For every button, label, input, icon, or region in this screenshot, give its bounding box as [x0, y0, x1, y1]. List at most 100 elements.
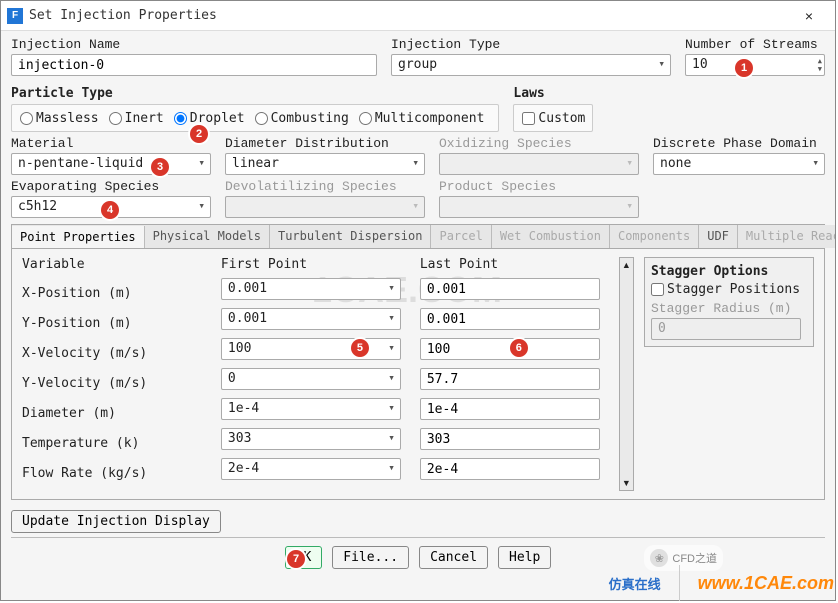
checkbox-custom[interactable]: Custom	[522, 111, 585, 126]
material-value: n-pentane-liquid	[18, 156, 143, 171]
checkbox-stagger-positions[interactable]: Stagger Positions	[651, 282, 807, 297]
discrete-phase-domain-value: none	[660, 156, 691, 171]
first-yvel-input[interactable]: 0	[221, 368, 401, 390]
brand-text-2: www.1CAE.com	[698, 573, 834, 594]
product-species-label: Product Species	[439, 179, 639, 194]
cancel-button[interactable]: Cancel	[419, 546, 488, 569]
tab-parcel: Parcel	[431, 225, 491, 248]
stagger-options-group: Stagger Options Stagger Positions Stagge…	[644, 257, 814, 347]
radio-massless[interactable]: Massless	[20, 111, 99, 126]
oxidizing-species-select	[439, 153, 639, 175]
oxidizing-species-label: Oxidizing Species	[439, 136, 639, 151]
var-ypos: Y-Position (m)	[22, 308, 211, 338]
wechat-name: CFD之道	[672, 550, 717, 566]
var-xpos: X-Position (m)	[22, 278, 211, 308]
devolatilizing-species-label: Devolatilizing Species	[225, 179, 425, 194]
discrete-phase-domain-select[interactable]: none	[653, 153, 825, 175]
badge-3: 3	[151, 158, 169, 176]
badge-1: 1	[735, 59, 753, 77]
diameter-dist-label: Diameter Distribution	[225, 136, 425, 151]
injection-type-value: group	[398, 57, 437, 72]
material-select[interactable]: n-pentane-liquid	[11, 153, 211, 175]
tab-bar: Point Properties Physical Models Turbule…	[11, 224, 825, 248]
last-xpos-input[interactable]	[420, 278, 600, 300]
injection-name-input[interactable]	[11, 54, 377, 76]
particle-type-section: Particle Type	[11, 86, 499, 101]
product-species-select	[439, 196, 639, 218]
file-button[interactable]: File...	[332, 546, 409, 569]
injection-type-label: Injection Type	[391, 37, 671, 52]
laws-group: Custom	[513, 104, 593, 132]
stagger-options-title: Stagger Options	[651, 264, 807, 279]
first-temp-input[interactable]: 303	[221, 428, 401, 450]
last-ypos-input[interactable]	[420, 308, 600, 330]
window-title: Set Injection Properties	[29, 8, 789, 23]
scroll-down-icon[interactable]: ▼	[622, 478, 631, 488]
material-label: Material	[11, 136, 211, 151]
last-point-head: Last Point	[420, 257, 609, 272]
var-diam: Diameter (m)	[22, 398, 211, 428]
app-icon: F	[7, 8, 23, 24]
tab-turbulent-dispersion[interactable]: Turbulent Dispersion	[270, 225, 432, 248]
num-streams-label: Number of Streams	[685, 37, 825, 52]
particle-type-group: Massless Inert Droplet Combusting Multic…	[11, 104, 499, 132]
help-button[interactable]: Help	[498, 546, 551, 569]
discrete-phase-domain-label: Discrete Phase Domain	[653, 136, 825, 151]
first-xpos-input[interactable]: 0.001	[221, 278, 401, 300]
radio-combusting[interactable]: Combusting	[255, 111, 349, 126]
num-streams-input[interactable]: 10 ▲▼	[685, 54, 825, 76]
first-diam-input[interactable]: 1e-4	[221, 398, 401, 420]
diameter-dist-value: linear	[232, 156, 279, 171]
var-flow: Flow Rate (kg/s)	[22, 458, 211, 488]
close-button[interactable]: ×	[789, 8, 829, 24]
evaporating-species-value: c5h12	[18, 199, 57, 214]
first-ypos-input[interactable]: 0.001	[221, 308, 401, 330]
radio-droplet[interactable]: Droplet	[174, 111, 245, 126]
var-yvel: Y-Velocity (m/s)	[22, 368, 211, 398]
devolatilizing-species-select	[225, 196, 425, 218]
badge-5: 5	[351, 339, 369, 357]
last-temp-input[interactable]	[420, 428, 600, 450]
num-streams-value: 10	[692, 57, 708, 72]
update-injection-display-button[interactable]: Update Injection Display	[11, 510, 221, 533]
separator	[11, 537, 825, 538]
tab-multiple-reactions: Multiple Reactions	[738, 225, 835, 248]
last-diam-input[interactable]	[420, 398, 600, 420]
footer-branding: 仿真在线 www.1CAE.com	[609, 565, 834, 601]
spinner-arrows[interactable]: ▲▼	[818, 55, 822, 75]
laws-section: Laws	[513, 86, 825, 101]
injection-type-select[interactable]: group	[391, 54, 671, 76]
tab-udf[interactable]: UDF	[699, 225, 738, 248]
point-properties-pane: 1CAE.COM Variable X-Position (m) Y-Posit…	[11, 248, 825, 500]
var-xvel: X-Velocity (m/s)	[22, 338, 211, 368]
variable-column-head: Variable	[22, 257, 211, 272]
pane-scrollbar[interactable]: ▲ ▼	[619, 257, 634, 491]
brand-separator	[679, 565, 680, 601]
brand-text-1: 仿真在线	[609, 574, 661, 593]
evaporating-species-label: Evaporating Species	[11, 179, 211, 194]
first-flow-input[interactable]: 2e-4	[221, 458, 401, 480]
dialog-window: F Set Injection Properties × Injection N…	[0, 0, 836, 601]
variable-list: X-Position (m) Y-Position (m) X-Velocity…	[22, 278, 211, 488]
injection-name-label: Injection Name	[11, 37, 377, 52]
first-xvel-input[interactable]: 100	[221, 338, 401, 360]
badge-6: 6	[510, 339, 528, 357]
radio-inert[interactable]: Inert	[109, 111, 164, 126]
tab-wet-combustion: Wet Combustion	[492, 225, 610, 248]
var-temp: Temperature (k)	[22, 428, 211, 458]
scroll-up-icon[interactable]: ▲	[622, 260, 631, 270]
badge-2: 2	[190, 125, 208, 143]
stagger-radius-label: Stagger Radius (m)	[651, 301, 807, 316]
tab-physical-models[interactable]: Physical Models	[145, 225, 270, 248]
tab-components: Components	[610, 225, 699, 248]
first-point-head: First Point	[221, 257, 410, 272]
tab-point-properties[interactable]: Point Properties	[12, 226, 145, 249]
stagger-radius-input: 0	[651, 318, 801, 340]
dialog-body: Injection Name Injection Type group Numb…	[1, 31, 835, 600]
titlebar: F Set Injection Properties ×	[1, 1, 835, 31]
radio-multicomponent[interactable]: Multicomponent	[359, 111, 485, 126]
last-yvel-input[interactable]	[420, 368, 600, 390]
last-flow-input[interactable]	[420, 458, 600, 480]
badge-7: 7	[287, 550, 305, 568]
diameter-dist-select[interactable]: linear	[225, 153, 425, 175]
